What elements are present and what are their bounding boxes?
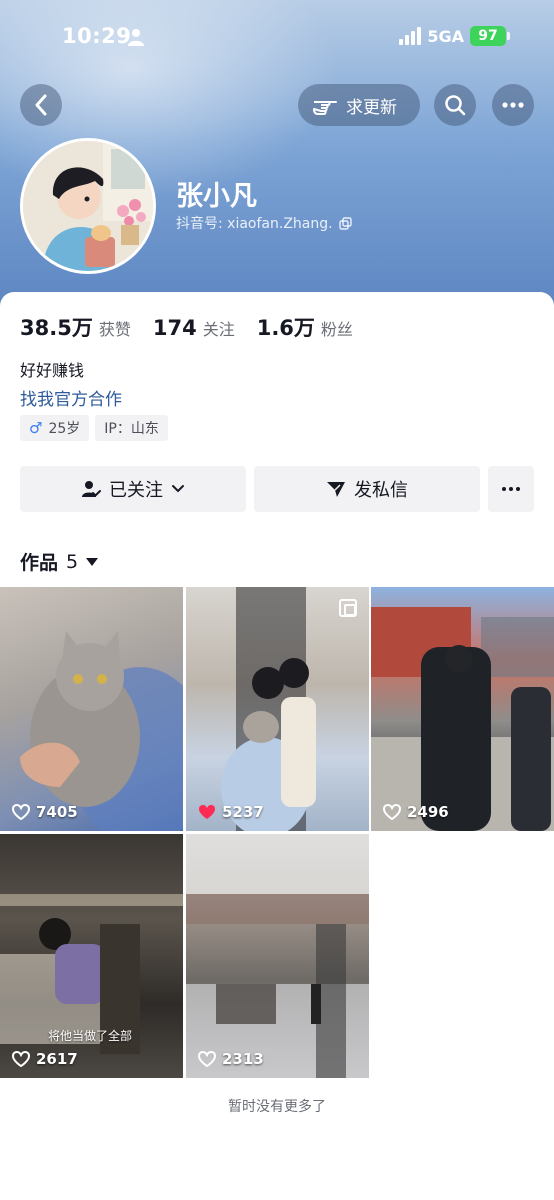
user-check-icon <box>82 481 101 497</box>
like-count: 2313 <box>198 1050 264 1068</box>
stat-likes-label: 获赞 <box>98 320 131 339</box>
like-count: 5237 <box>198 803 264 821</box>
battery-level: 97 <box>478 28 498 44</box>
request-update-label: 求更新 <box>346 97 397 118</box>
hallway-photo-art <box>186 834 369 1078</box>
heart-outline-icon <box>12 804 30 820</box>
stat-followers-label: 粉丝 <box>320 320 353 339</box>
stat-followers-value: 1.6万 <box>256 316 315 340</box>
profile-tags: ♂ 25岁 IP：山东 <box>20 415 168 441</box>
heart-outline-icon <box>383 804 401 820</box>
stat-followers[interactable]: 1.6万 粉丝 <box>257 312 353 342</box>
stat-likes[interactable]: 38.5万 获赞 <box>20 312 131 342</box>
douyin-id-text: 抖音号: xiaofan.Zhang. <box>176 216 333 232</box>
profile-nickname: 张小凡 <box>176 181 257 212</box>
more-dots-icon <box>502 102 524 108</box>
search-icon <box>445 95 466 116</box>
back-button[interactable] <box>20 84 62 126</box>
heart-outline-icon <box>12 1051 30 1067</box>
signal-icon <box>399 27 422 45</box>
person-icon <box>128 28 144 50</box>
age-tag: ♂ 25岁 <box>20 415 90 441</box>
no-more-content: 暂时没有更多了 <box>228 1099 326 1115</box>
action-row: 已关注 发私信 <box>20 466 534 512</box>
stat-following[interactable]: 174 关注 <box>153 316 235 340</box>
stat-likes-value: 38.5万 <box>20 316 93 340</box>
male-icon: ♂ <box>29 419 43 437</box>
works-count: 5 <box>66 550 79 573</box>
send-message-label: 发私信 <box>354 480 408 501</box>
video-caption: 将他当做了全部 <box>48 1029 133 1043</box>
network-type: 5GA <box>427 26 464 46</box>
ip-text: IP：山东 <box>104 421 159 437</box>
battery-icon: 97 <box>470 26 510 46</box>
video-thumbnail-2[interactable]: 5237 <box>186 587 369 831</box>
cat-photo-art <box>20 631 183 831</box>
video-thumbnail-4[interactable]: 将他当做了全部 2617 <box>0 834 183 1078</box>
like-count-value: 2313 <box>222 1050 264 1068</box>
status-time: 10:29 <box>62 24 132 48</box>
cooperation-link[interactable]: 找我官方合作 <box>20 385 122 410</box>
like-count: 7405 <box>12 803 78 821</box>
send-icon <box>327 482 345 497</box>
chevron-left-icon <box>35 94 47 116</box>
chevron-down-icon <box>172 485 184 493</box>
couple-mirror-photo-art <box>221 587 316 831</box>
followed-button[interactable]: 已关注 <box>20 466 246 512</box>
followed-label: 已关注 <box>109 480 163 501</box>
more-actions-button[interactable] <box>488 466 534 512</box>
profile-stats: 38.5万 获赞 174 关注 1.6万 粉丝 <box>20 312 353 342</box>
heart-outline-icon <box>198 1051 216 1067</box>
send-message-button[interactable]: 发私信 <box>254 466 480 512</box>
caret-down-icon <box>86 557 99 566</box>
search-button[interactable] <box>434 84 476 126</box>
works-tab[interactable]: 作品 5 <box>20 548 99 575</box>
avatar-illustration <box>23 141 153 271</box>
profile-bio: 好好赚钱 <box>20 361 85 380</box>
like-count-value: 7405 <box>36 803 78 821</box>
stat-following-label: 关注 <box>202 320 235 339</box>
avatar[interactable] <box>20 138 156 274</box>
video-thumbnail-3[interactable]: 2496 <box>371 587 554 831</box>
like-count-value: 5237 <box>222 803 264 821</box>
more-dots-icon <box>502 487 520 491</box>
heart-filled-icon <box>199 805 215 819</box>
video-thumbnail-5[interactable]: 2313 <box>186 834 369 1078</box>
video-thumbnail-1[interactable]: 7405 <box>0 587 183 831</box>
more-options-button[interactable] <box>492 84 534 126</box>
stat-following-value: 174 <box>152 316 197 340</box>
street-crowd-photo-art <box>371 607 554 831</box>
request-update-button[interactable]: 求更新 <box>298 84 420 126</box>
like-count: 2617 <box>12 1050 78 1068</box>
douyin-id[interactable]: 抖音号: xiaofan.Zhang. <box>176 213 352 233</box>
works-title-label: 作品 <box>20 552 59 574</box>
like-count-value: 2617 <box>36 1050 78 1068</box>
age-text: 25岁 <box>48 421 81 437</box>
multi-photo-icon <box>339 599 357 617</box>
status-indicators: 5GA 97 <box>399 26 510 46</box>
ip-tag: IP：山东 <box>95 415 168 441</box>
pointing-hand-icon <box>313 101 337 115</box>
like-count-value: 2496 <box>407 803 449 821</box>
like-count: 2496 <box>383 803 449 821</box>
copy-icon[interactable] <box>338 216 352 230</box>
